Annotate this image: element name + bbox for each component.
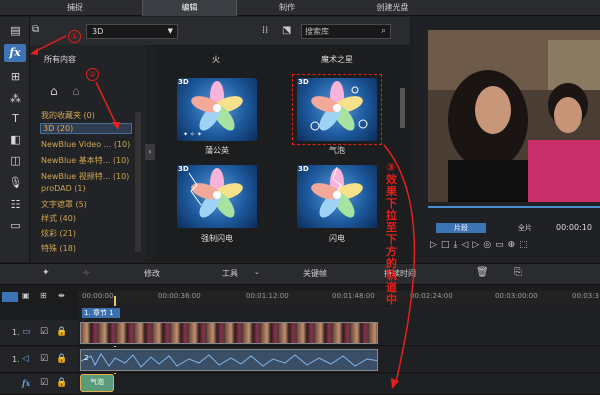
step-1-marker: ① [68,30,81,43]
step-3-annotation: ③效果下拉至下方的轨道中 [386,161,397,306]
annotation-arrows [30,35,416,389]
step-2-marker: ② [86,68,99,81]
